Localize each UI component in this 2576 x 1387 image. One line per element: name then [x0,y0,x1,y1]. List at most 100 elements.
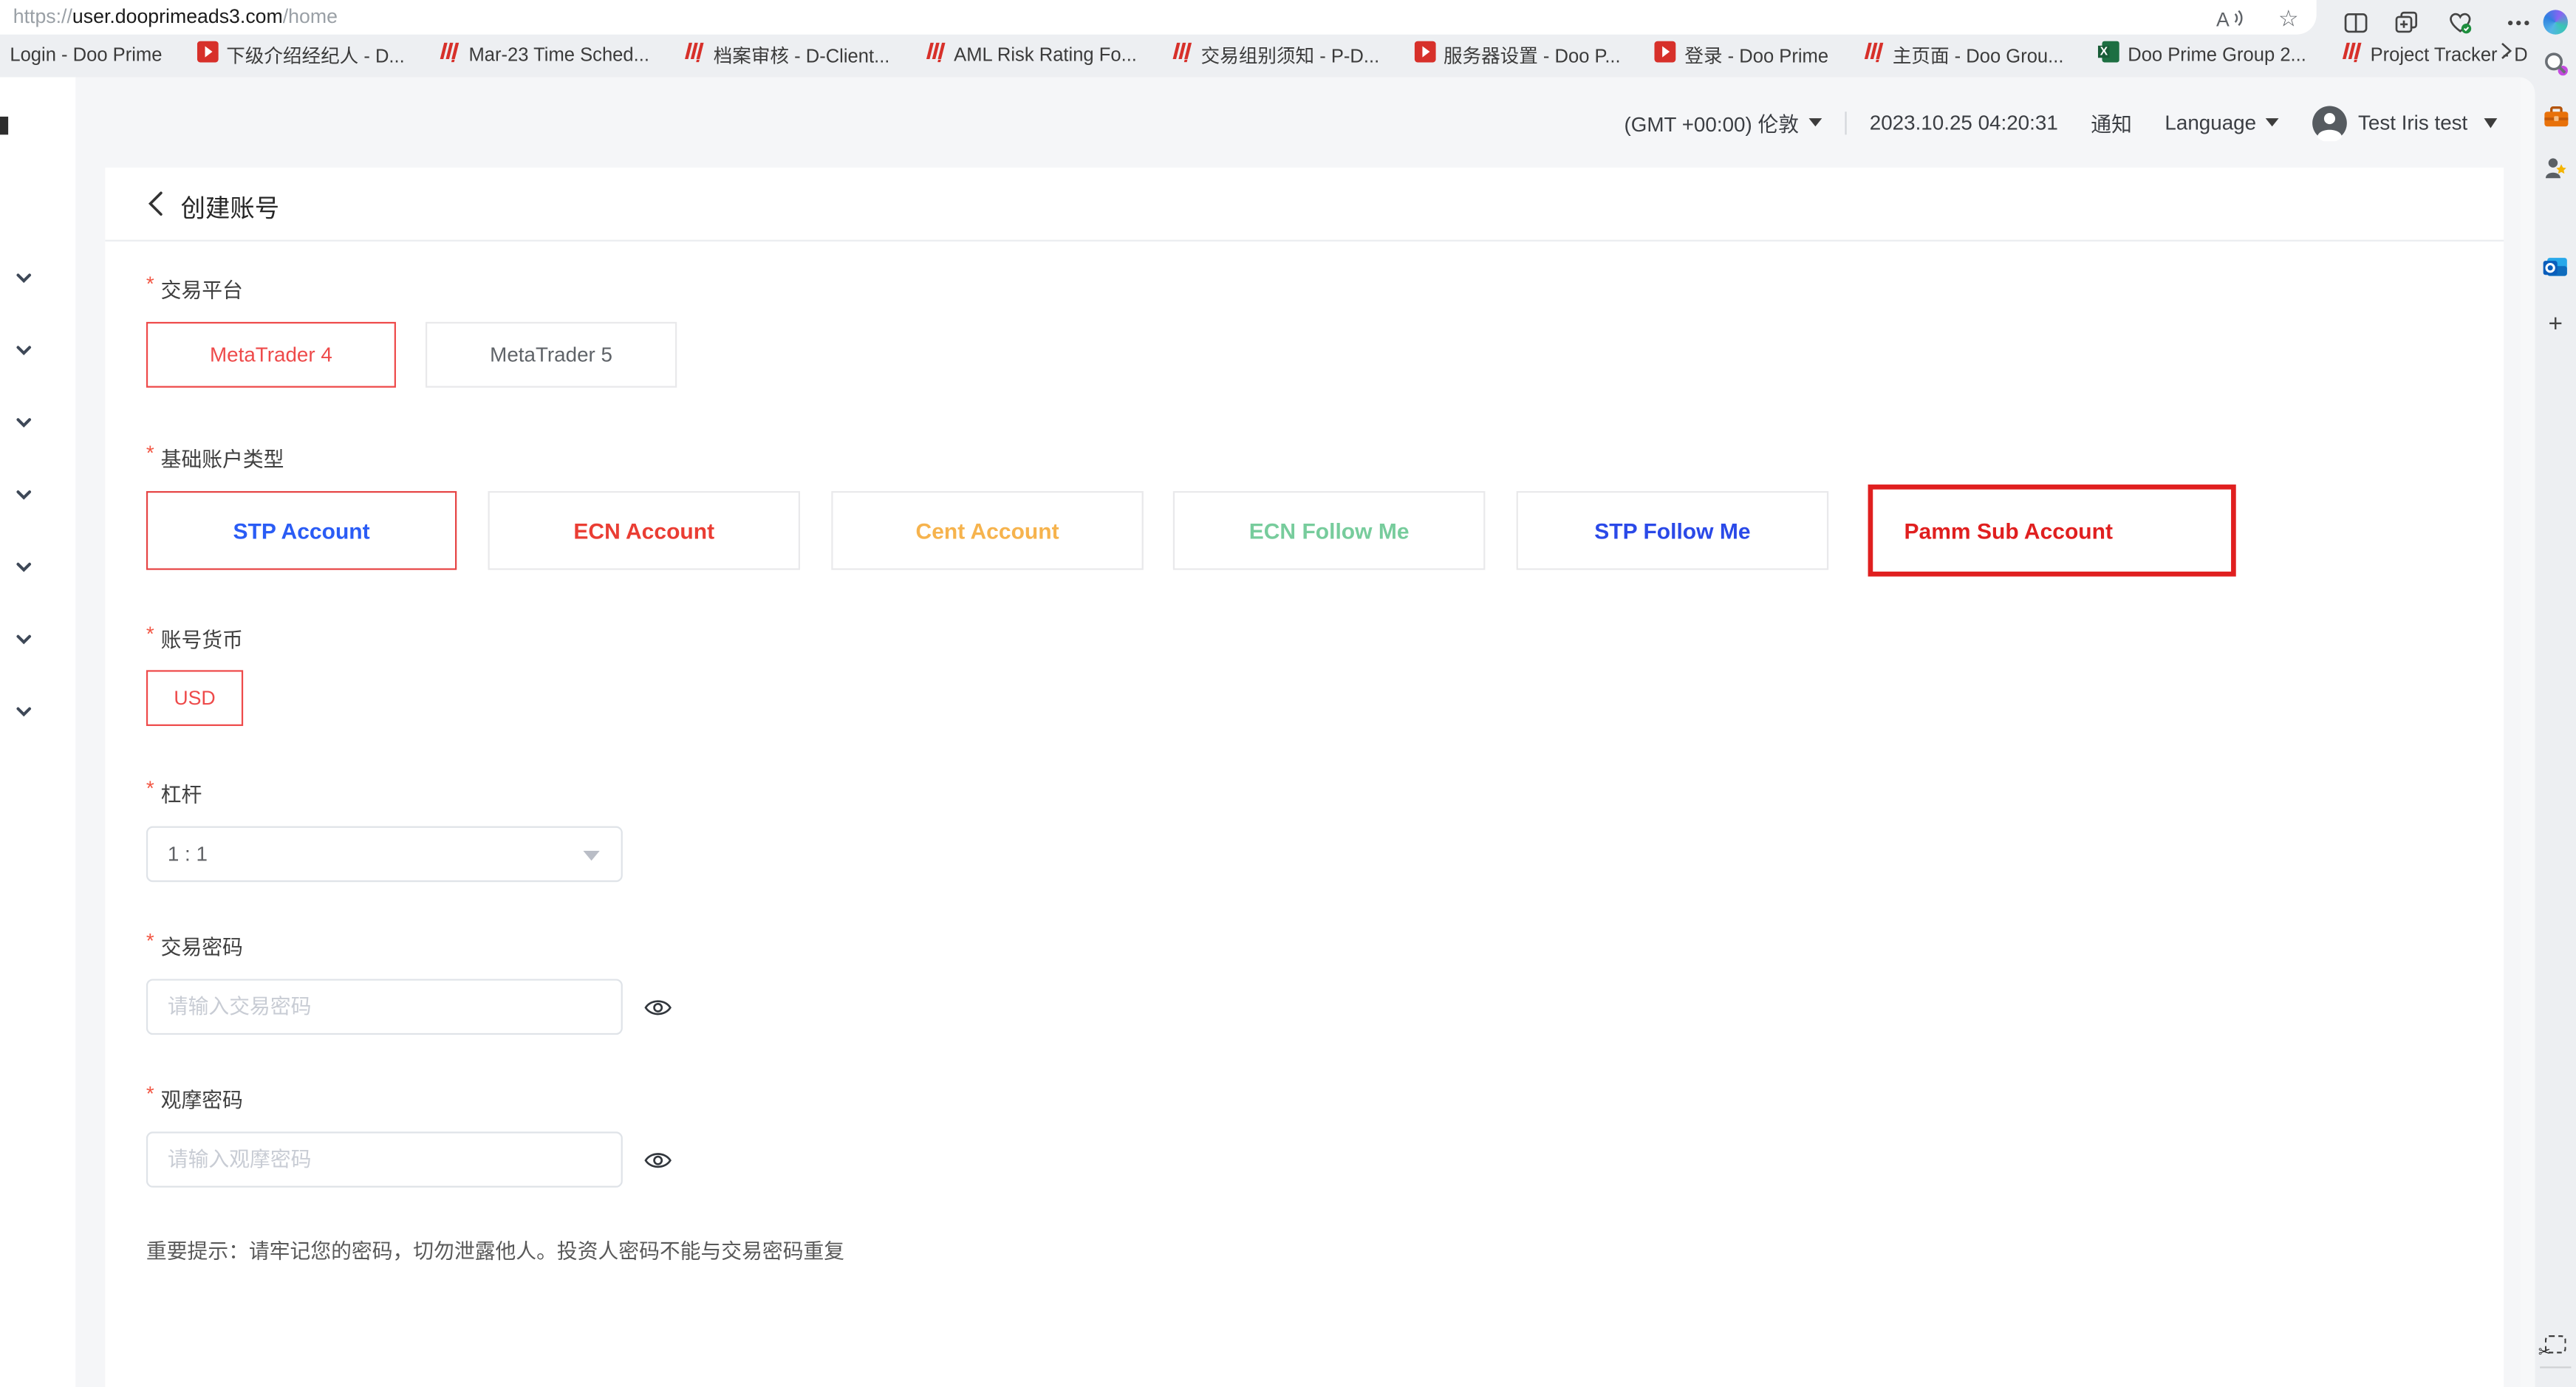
platform-section-label: * 交易平台 [146,273,243,304]
add-sidebar-item-icon[interactable]: + [2541,309,2570,338]
read-aloud-icon[interactable]: A [2215,3,2244,31]
platform-option-metatrader4[interactable]: MetaTrader 4 [146,322,396,388]
bookmark-item[interactable]: AML Risk Rating Fo... [924,41,1137,71]
datetime-display: 2023.10.25 04:20:31 [1870,111,2058,134]
trading-password-input[interactable] [146,979,623,1035]
red-chevron-favicon [1414,41,1435,71]
bookmark-item[interactable]: 档案审核 - D-Client... [684,41,890,71]
doo-logo-favicon [684,41,706,71]
watch-password-input[interactable] [146,1131,623,1188]
people-icon[interactable] [2541,153,2570,182]
platform-option-metatrader5[interactable]: MetaTrader 5 [426,322,677,388]
toolbox-icon[interactable] [2541,102,2570,131]
required-marker: * [146,1083,154,1106]
doo-logo-favicon [439,41,460,71]
doo-logo-favicon [2341,41,2363,71]
bookmark-item[interactable]: XDoo Prime Group 2... [2098,41,2306,71]
outlook-icon[interactable] [2541,253,2570,282]
bookmark-item[interactable]: 下级介绍经纪人 - D... [197,41,405,71]
page-scrollbar[interactable] [2520,78,2535,1387]
required-marker: * [146,930,154,953]
menu-expand-chevron-icon[interactable] [13,702,35,723]
trading-password-section-label: * 交易密码 [146,930,243,961]
site-header: (GMT +00:00) 伦敦 2023.10.25 04:20:31 通知 L… [75,78,2520,168]
settings-menu-icon[interactable] [2504,8,2533,36]
chevron-down-icon [2484,117,2498,127]
browser-essentials-icon[interactable] [2445,8,2474,36]
leverage-select[interactable]: 1 : 1 [146,826,623,883]
page-title: 创建账号 [181,191,279,225]
bookmark-item[interactable]: Mar-23 Time Sched... [439,41,649,71]
menu-expand-chevron-icon[interactable] [13,629,35,651]
partial-logo [0,117,8,134]
currency-option-usd[interactable]: USD [146,670,243,726]
page-title-row: 创建账号 [146,191,279,225]
site-left-menu-rail [0,78,75,1387]
doo-logo-favicon [1172,41,1193,71]
split-screen-icon[interactable] [2341,8,2371,36]
leverage-value: 1 : 1 [168,843,208,866]
doo-logo-favicon [1863,41,1885,71]
back-arrow-icon[interactable] [146,191,164,225]
bookmark-item[interactable]: 交易组别须知 - P-D... [1172,41,1380,71]
leverage-section-label: * 杠杆 [146,777,202,808]
currency-section-label: * 账号货币 [146,623,243,654]
red-chevron-favicon [197,41,218,71]
account-type-ecn-follow-me[interactable]: ECN Follow Me [1173,491,1486,570]
chevron-down-icon [1808,118,1822,126]
svg-text:X: X [2100,46,2108,58]
microsoft-365-icon[interactable] [2541,204,2570,233]
bookmark-item[interactable]: Login - Doo Prime [10,46,162,66]
chevron-down-icon [583,851,599,860]
eye-icon[interactable] [643,1145,672,1174]
menu-expand-chevron-icon[interactable] [13,340,35,361]
notifications-label: 通知 [2091,107,2132,138]
bookmarks-bar: Login - Doo Prime 下级介绍经纪人 - D... Mar-23 … [0,35,2527,78]
create-account-card: 创建账号 * 交易平台 MetaTrader 4 MetaTrader 5 * [105,168,2504,1387]
search-icon[interactable] [2541,49,2570,79]
collections-icon[interactable] [2392,8,2422,36]
url-scheme: https:// [13,5,72,28]
menu-expand-chevron-icon[interactable] [13,484,35,506]
url-path: /home [283,5,338,28]
screen: https://user.dooprimeads3.com/home A ☆ L… [0,0,2576,1387]
bookmark-item[interactable]: 主页面 - Doo Grou... [1863,41,2064,71]
bookmark-item[interactable]: 登录 - Doo Prime [1655,41,1828,71]
url-host: user.dooprimeads3.com [72,5,283,28]
watch-password-section-label: * 观摩密码 [146,1083,243,1114]
bookmark-item[interactable]: 服务器设置 - Doo P... [1414,41,1621,71]
doo-logo-favicon [924,41,946,71]
url-text[interactable]: https://user.dooprimeads3.com/home [13,5,338,28]
account-type-stp-follow-me[interactable]: STP Follow Me [1517,491,1829,570]
menu-expand-chevron-icon[interactable] [13,557,35,578]
browser-toolbar: https://user.dooprimeads3.com/home A ☆ L… [0,0,2576,78]
account-type-section-label: * 基础账户类型 [146,442,284,473]
favorite-star-icon[interactable]: ☆ [2274,3,2303,31]
account-type-stp[interactable]: STP Account [146,491,457,570]
address-bar[interactable]: https://user.dooprimeads3.com/home A ☆ [0,0,2317,35]
sidebar-divider [2540,1366,2571,1368]
copilot-icon[interactable] [2541,7,2570,36]
account-type-cent[interactable]: Cent Account [831,491,1144,570]
account-type-ecn[interactable]: ECN Account [488,491,800,570]
red-chevron-favicon [1655,41,1676,71]
avatar [2312,104,2348,140]
screenshot-snip-icon[interactable]: ✂ [2541,1329,2570,1358]
edge-sidebar: + ✂ [2535,0,2576,1387]
divider [105,240,2504,242]
timezone-selector[interactable]: (GMT +00:00) 伦敦 [1624,107,1822,138]
menu-expand-chevron-icon[interactable] [13,267,35,289]
menu-expand-chevron-icon[interactable] [13,412,35,434]
language-selector[interactable]: Language [2165,111,2279,134]
user-menu[interactable]: Test Iris test [2312,104,2498,140]
timezone-label: (GMT +00:00) 伦敦 [1624,107,1799,138]
account-type-pamm-sub[interactable]: Pamm Sub Account [1868,484,2236,577]
eye-icon[interactable] [643,992,672,1021]
datetime-label: 2023.10.25 04:20:31 [1870,111,2058,134]
notifications-link[interactable]: 通知 [2091,107,2132,138]
bookmarks-overflow-chevron-icon[interactable] [2499,41,2514,66]
password-notice: 重要提示：请牢记您的密码，切勿泄露他人。投资人密码不能与交易密码重复 [146,1233,844,1264]
username-label: Test Iris test [2358,111,2467,134]
header-divider [1845,111,1846,134]
webpage-viewport: (GMT +00:00) 伦敦 2023.10.25 04:20:31 通知 L… [0,78,2535,1387]
